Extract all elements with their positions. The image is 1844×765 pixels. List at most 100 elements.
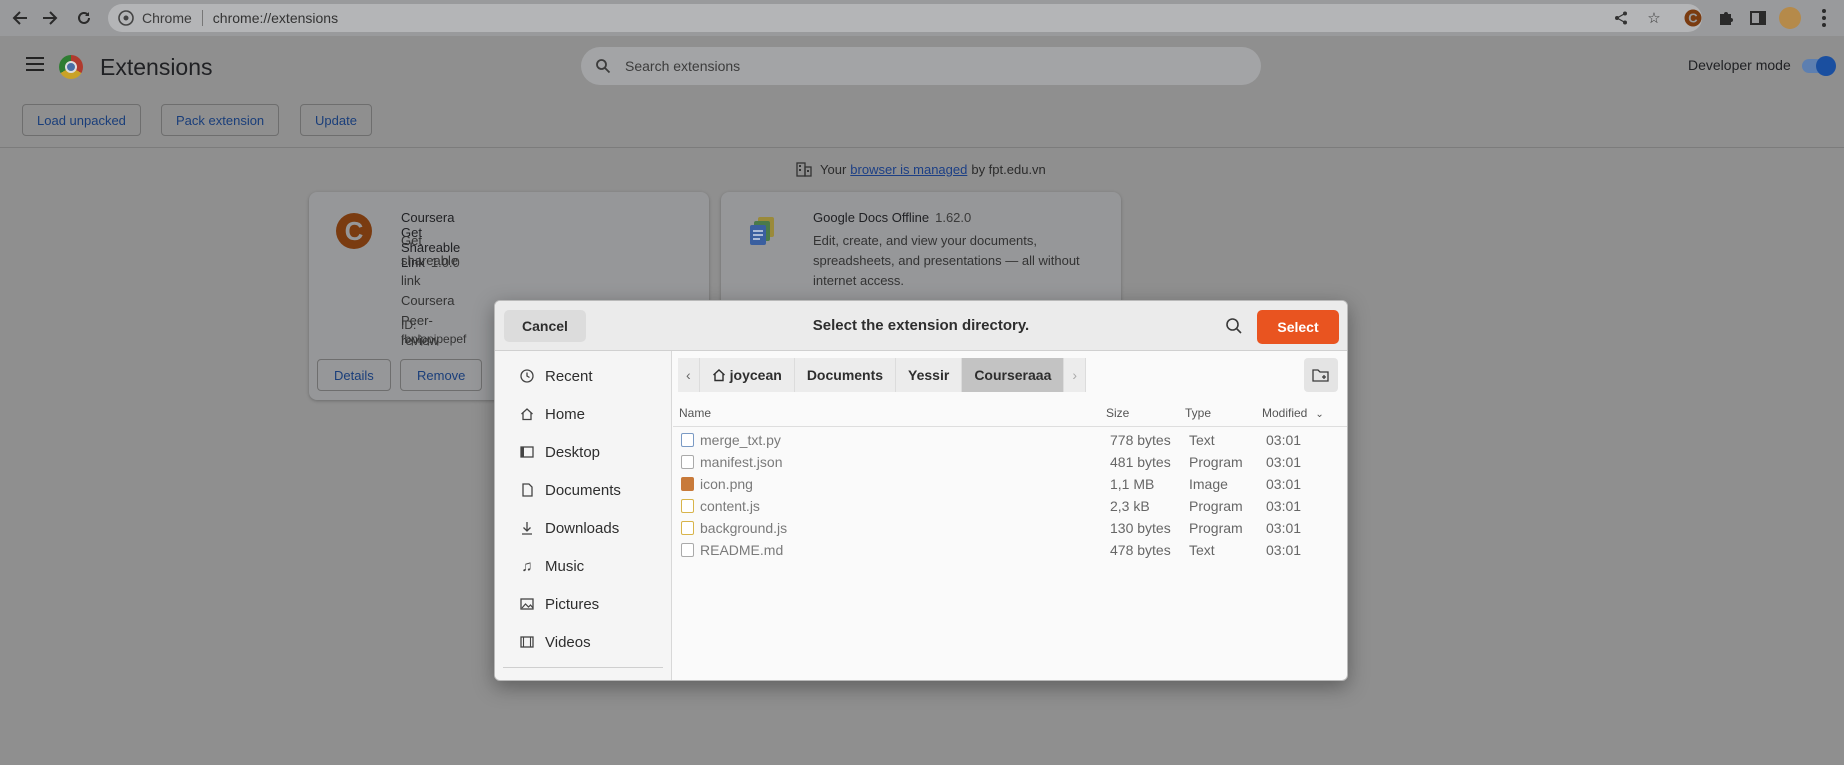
pack-extension-button[interactable]: Pack extension [161, 104, 280, 136]
file-row[interactable]: icon.png 1,1 MB Image 03:01 [673, 473, 1347, 495]
file-row[interactable]: manifest.json 481 bytes Program 03:01 [673, 451, 1347, 473]
side-panel-icon[interactable] [1748, 8, 1768, 28]
managed-link[interactable]: browser is managed [850, 162, 967, 177]
path-crumb[interactable]: Documents [794, 358, 897, 392]
sidebar-item-home[interactable]: Home [495, 396, 671, 432]
sidebar-item-label: Pictures [545, 595, 600, 613]
file-type: Image [1189, 476, 1228, 492]
column-type[interactable]: Type [1185, 406, 1211, 420]
places-sidebar: Recent Home Desktop Documents Downloads … [495, 351, 672, 680]
cancel-button[interactable]: Cancel [504, 310, 586, 342]
column-modified[interactable]: Modified ⌄ [1262, 406, 1324, 420]
path-forward-chevron-icon[interactable]: › [1064, 358, 1087, 392]
developer-mode-label: Developer mode [1688, 57, 1791, 73]
extensions-puzzle-icon[interactable] [1716, 8, 1736, 28]
extension-version: 1.62.0 [935, 210, 972, 225]
column-name[interactable]: Name [679, 406, 711, 420]
places-divider [503, 667, 663, 668]
python-file-icon [681, 433, 694, 447]
address-bar[interactable]: Chrome chrome://extensions [108, 4, 1702, 32]
details-button[interactable]: Details [317, 359, 391, 391]
sidebar-item-downloads[interactable]: Downloads [495, 510, 671, 546]
file-size: 1,1 MB [1110, 476, 1155, 492]
clock-icon [519, 368, 535, 384]
menu-hamburger-icon[interactable] [26, 57, 44, 71]
search-extensions-input[interactable]: Search extensions [581, 47, 1261, 85]
file-size: 2,3 kB [1110, 498, 1150, 514]
developer-mode-toggle[interactable] [1802, 56, 1836, 76]
coursera-ext-icon[interactable]: C [1683, 8, 1703, 28]
sidebar-item-videos[interactable]: Videos [495, 624, 671, 660]
dialog-search-icon[interactable] [1224, 316, 1244, 336]
file-modified: 03:01 [1266, 498, 1302, 514]
path-crumb-label: joycean [729, 367, 782, 383]
share-icon[interactable] [1612, 9, 1630, 27]
home-icon [712, 369, 725, 382]
file-name: merge_txt.py [700, 432, 781, 448]
file-type: Text [1189, 542, 1215, 558]
file-row[interactable]: background.js 130 bytes Program 03:01 [673, 517, 1347, 539]
path-crumb-home[interactable]: joycean [699, 358, 795, 392]
file-modified: 03:01 [1266, 454, 1302, 470]
file-row[interactable]: content.js 2,3 kB Program 03:01 [673, 495, 1347, 517]
sidebar-item-desktop[interactable]: Desktop [495, 434, 671, 470]
url-text: chrome://extensions [212, 10, 339, 26]
reload-icon[interactable] [72, 6, 96, 30]
file-row[interactable]: merge_txt.py 778 bytes Text 03:01 [673, 429, 1347, 451]
path-crumb-current[interactable]: Courseraaa [962, 358, 1065, 392]
bookmark-star-icon[interactable]: ☆ [1645, 9, 1663, 27]
site-label: Chrome [142, 10, 192, 26]
file-type: Program [1189, 520, 1243, 536]
sidebar-item-label: Recent [545, 367, 593, 385]
file-size: 481 bytes [1110, 454, 1171, 470]
chrome-site-icon [118, 10, 134, 26]
new-folder-button[interactable] [1304, 358, 1338, 392]
extension-name-text: Google Docs Offline [813, 210, 930, 225]
videos-icon [519, 634, 535, 650]
pictures-icon [519, 596, 535, 612]
file-modified: 03:01 [1266, 476, 1302, 492]
file-modified: 03:01 [1266, 542, 1302, 558]
file-name: background.js [700, 520, 788, 536]
column-modified-label: Modified [1262, 406, 1308, 420]
sidebar-item-label: Desktop [545, 443, 601, 461]
chrome-logo-icon [59, 55, 83, 79]
sidebar-item-label: Downloads [545, 519, 620, 537]
sidebar-item-recent[interactable]: Recent [495, 358, 671, 394]
extension-name: Google Docs Offline 1.62.0 [813, 210, 971, 225]
google-docs-offline-icon [750, 217, 774, 245]
load-unpacked-button[interactable]: Load unpacked [22, 104, 141, 136]
description-line: spreadsheets, and presentations — all wi… [813, 253, 1080, 268]
column-size[interactable]: Size [1106, 406, 1129, 420]
svg-text:C: C [1688, 11, 1698, 26]
path-bar: ‹ joycean Documents Yessir Courseraaa › [678, 358, 1087, 392]
music-icon: ♫ [521, 557, 533, 575]
managed-suffix: by fpt.edu.vn [971, 161, 1046, 177]
file-name: manifest.json [700, 454, 783, 470]
path-crumb[interactable]: Yessir [896, 358, 963, 392]
new-folder-icon [1312, 369, 1329, 382]
sidebar-item-music[interactable]: ♫ Music [495, 548, 671, 584]
dialog-title: Select the extension directory. [812, 317, 1030, 334]
documents-icon [519, 482, 535, 498]
home-icon [519, 406, 535, 422]
file-type: Program [1189, 454, 1243, 470]
back-icon[interactable] [8, 6, 32, 30]
forward-icon[interactable] [38, 6, 62, 30]
file-name: icon.png [700, 476, 753, 492]
update-button[interactable]: Update [300, 104, 372, 136]
path-back-chevron-icon[interactable]: ‹ [678, 358, 700, 392]
more-menu-icon[interactable] [1815, 8, 1833, 28]
file-modified: 03:01 [1266, 432, 1302, 448]
browser-toolbar: Chrome chrome://extensions ☆ C [0, 0, 1844, 36]
file-size: 778 bytes [1110, 432, 1171, 448]
select-button[interactable]: Select [1257, 310, 1339, 344]
profile-avatar[interactable] [1779, 7, 1801, 29]
sidebar-item-documents[interactable]: Documents [495, 472, 671, 508]
sidebar-item-pictures[interactable]: Pictures [495, 586, 671, 622]
file-row[interactable]: README.md 478 bytes Text 03:01 [673, 539, 1347, 561]
extension-description: Edit, create, and view your documents, s… [813, 231, 1080, 291]
managed-prefix: Your [820, 161, 847, 177]
download-icon [519, 520, 535, 536]
remove-button[interactable]: Remove [400, 359, 483, 391]
